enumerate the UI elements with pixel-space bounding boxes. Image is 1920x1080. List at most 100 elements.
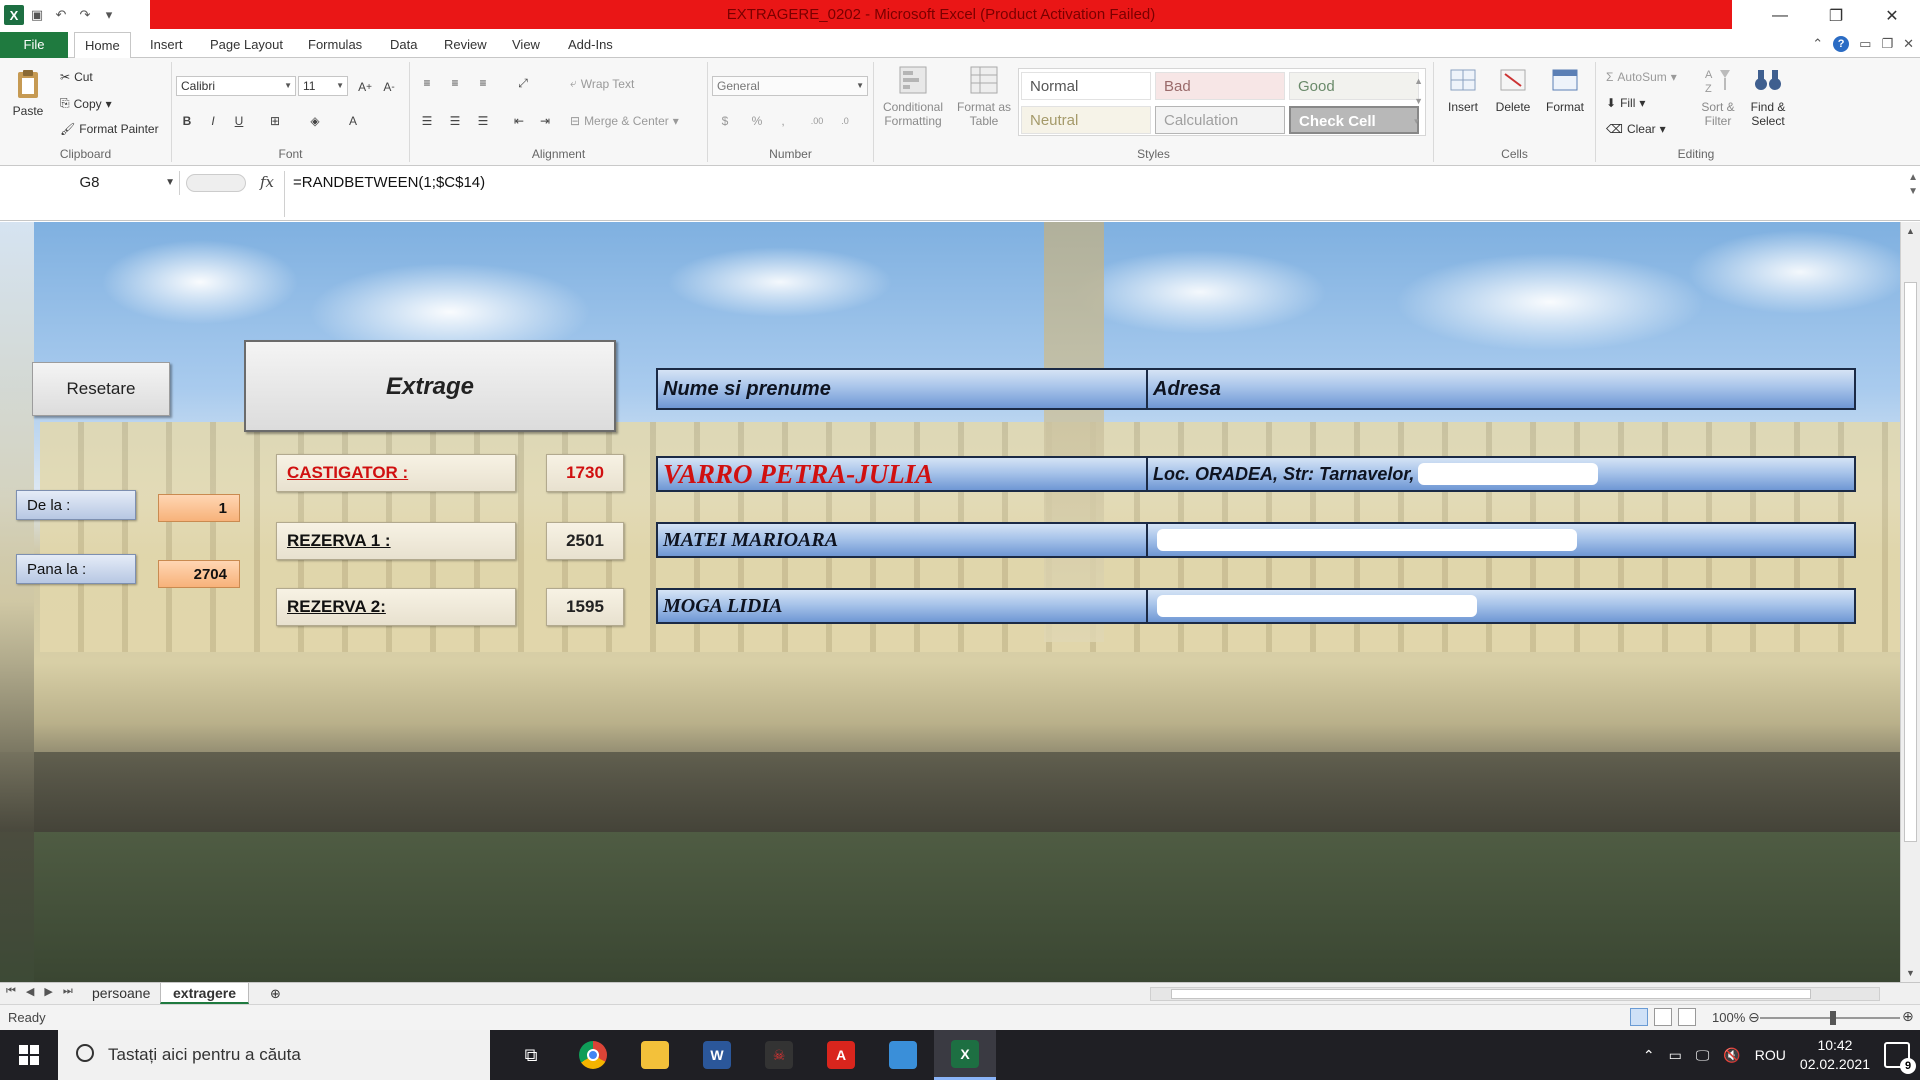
clear-button[interactable]: ⌫ Clear ▾ <box>1606 122 1666 136</box>
normal-view-icon[interactable] <box>1630 1008 1648 1026</box>
zoom-out-icon[interactable]: ⊖ <box>1748 1009 1760 1026</box>
last-sheet-icon[interactable]: ⏭ <box>63 985 73 998</box>
scroll-up-icon[interactable]: ▲ <box>1901 226 1920 236</box>
restore-icon[interactable]: ❐ <box>1808 0 1864 32</box>
vertical-scroll-thumb[interactable] <box>1904 282 1917 842</box>
extract-button[interactable]: Extrage <box>244 340 616 432</box>
excel-taskbar-icon[interactable]: X <box>934 1030 996 1080</box>
copy-button[interactable]: ⎘ Copy ▾ <box>60 96 112 111</box>
tray-chevron-icon[interactable]: ⌃ <box>1643 1047 1655 1064</box>
format-cells-button[interactable]: Format <box>1540 64 1590 114</box>
paste-button[interactable]: Paste <box>6 68 50 118</box>
tab-add-ins[interactable]: Add-Ins <box>558 32 623 58</box>
tab-formulas[interactable]: Formulas <box>298 32 372 58</box>
comma-icon[interactable]: , <box>774 112 792 130</box>
borders-icon[interactable]: ⊞ <box>266 112 284 130</box>
merge-center-button[interactable]: ⊟ Merge & Center ▾ <box>570 114 679 128</box>
fill-button[interactable]: ⬇ Fill ▾ <box>1606 96 1645 110</box>
align-middle-icon[interactable]: ≡ <box>446 74 464 92</box>
task-view-icon[interactable]: ⧉ <box>500 1030 562 1080</box>
first-sheet-icon[interactable]: ⏮ <box>6 985 16 998</box>
worksheet-area[interactable]: Resetare Extrage De la : 1 Pana la : 270… <box>0 222 1900 982</box>
grow-font-icon[interactable]: A + <box>356 78 374 96</box>
tab-view[interactable]: View <box>502 32 550 58</box>
style-good[interactable]: Good <box>1289 72 1419 100</box>
style-calculation[interactable]: Calculation <box>1155 106 1285 134</box>
zoom-level[interactable]: 100% <box>1712 1010 1745 1025</box>
style-bad[interactable]: Bad <box>1155 72 1285 100</box>
word-icon[interactable]: W <box>686 1030 748 1080</box>
currency-icon[interactable]: $ <box>716 112 734 130</box>
font-name-combo[interactable]: Calibri ▼ <box>176 76 296 96</box>
autosum-button[interactable]: Σ AutoSum ▾ <box>1606 70 1677 84</box>
formula-bar-expand-icon[interactable]: ▲ ▼ <box>1908 171 1918 199</box>
fill-color-icon[interactable]: ◈ <box>306 112 324 130</box>
zoom-in-icon[interactable]: ⊕ <box>1902 1008 1914 1025</box>
taskbar-search[interactable]: Tastați aici pentru a căuta <box>58 1030 490 1080</box>
collapse-ribbon-icon[interactable]: ⌃ <box>1812 36 1823 52</box>
format-painter-button[interactable]: 🖌 Format Painter <box>60 122 159 136</box>
decrease-indent-icon[interactable]: ⇤ <box>510 112 528 130</box>
help-icon[interactable]: ? <box>1833 36 1850 52</box>
align-right-icon[interactable]: ☰ <box>474 112 492 130</box>
sheet-tab-extragere[interactable]: extragere <box>160 983 250 1004</box>
from-value[interactable]: 1 <box>158 494 240 522</box>
align-top-icon[interactable]: ≡ <box>418 74 436 92</box>
style-normal[interactable]: Normal <box>1021 72 1151 100</box>
page-layout-view-icon[interactable] <box>1654 1008 1672 1026</box>
sort-filter-button[interactable]: AZ Sort & Filter <box>1696 64 1740 128</box>
horizontal-scroll-thumb[interactable] <box>1171 989 1811 999</box>
tab-home[interactable]: Home <box>74 32 131 59</box>
formula-input[interactable]: =RANDBETWEEN(1;$C$14) <box>284 171 1900 217</box>
save-icon[interactable]: ▣ <box>26 4 48 26</box>
insert-cells-button[interactable]: Insert <box>1440 64 1486 114</box>
start-button[interactable] <box>0 1030 58 1080</box>
bold-icon[interactable]: B <box>178 112 196 130</box>
percent-icon[interactable]: % <box>748 112 766 130</box>
font-color-icon[interactable]: A <box>344 112 362 130</box>
zoom-slider[interactable] <box>1760 1011 1900 1025</box>
increase-decimal-icon[interactable]: .00 <box>808 112 826 130</box>
insert-function-icon[interactable]: fx <box>260 173 274 191</box>
acrobat-icon[interactable]: A <box>810 1030 872 1080</box>
tab-review[interactable]: Review <box>434 32 497 58</box>
undo-icon[interactable]: ↶ <box>50 4 72 26</box>
name-box-dropdown-icon[interactable]: ▼ <box>165 171 175 195</box>
photos-icon[interactable] <box>872 1030 934 1080</box>
minimize-icon[interactable]: — <box>1752 0 1808 32</box>
tab-insert[interactable]: Insert <box>140 32 193 58</box>
formula-cancel-enter-icon[interactable] <box>186 174 246 192</box>
conditional-formatting-button[interactable]: Conditional Formatting <box>878 64 948 128</box>
prev-sheet-icon[interactable]: ◀ <box>26 985 34 998</box>
game-app-icon[interactable]: ☠ <box>748 1030 810 1080</box>
close-icon[interactable]: ✕ <box>1864 0 1920 32</box>
sheet-tab-persoane[interactable]: persoane <box>80 983 162 1004</box>
workbook-restore-icon[interactable]: ❐ <box>1881 36 1893 52</box>
language-indicator[interactable]: ROU <box>1755 1047 1786 1063</box>
zoom-slider-knob[interactable] <box>1830 1011 1836 1025</box>
tab-file[interactable]: File <box>0 32 68 58</box>
to-value[interactable]: 2704 <box>158 560 240 588</box>
find-select-button[interactable]: Find & Select <box>1744 64 1792 128</box>
format-as-table-button[interactable]: Format as Table <box>954 64 1014 128</box>
italic-icon[interactable]: I <box>204 112 222 130</box>
scroll-down-icon[interactable]: ▼ <box>1901 968 1920 978</box>
horizontal-scrollbar[interactable] <box>1150 987 1880 1001</box>
font-size-combo[interactable]: 11 ▼ <box>298 76 348 96</box>
customize-qat-icon[interactable]: ▾ <box>98 4 120 26</box>
insert-sheet-icon[interactable]: ⊕ <box>258 983 293 1004</box>
redo-icon[interactable]: ↷ <box>74 4 96 26</box>
style-check-cell[interactable]: Check Cell <box>1289 106 1419 134</box>
align-center-icon[interactable]: ☰ <box>446 112 464 130</box>
tab-page-layout[interactable]: Page Layout <box>200 32 293 58</box>
wrap-text-button[interactable]: ⤶ Wrap Text <box>570 76 634 91</box>
chrome-icon[interactable] <box>562 1030 624 1080</box>
name-box[interactable]: G8 ▼ <box>0 171 180 195</box>
clock[interactable]: 10:42 02.02.2021 <box>1800 1036 1870 1074</box>
cut-button[interactable]: ✂ Cut <box>60 70 93 84</box>
orientation-icon[interactable]: ⤢ <box>514 74 532 92</box>
next-sheet-icon[interactable]: ▶ <box>44 985 52 998</box>
page-break-view-icon[interactable] <box>1678 1008 1696 1026</box>
network-icon[interactable]: 🖵 <box>1696 1047 1710 1064</box>
delete-cells-button[interactable]: Delete <box>1490 64 1536 114</box>
